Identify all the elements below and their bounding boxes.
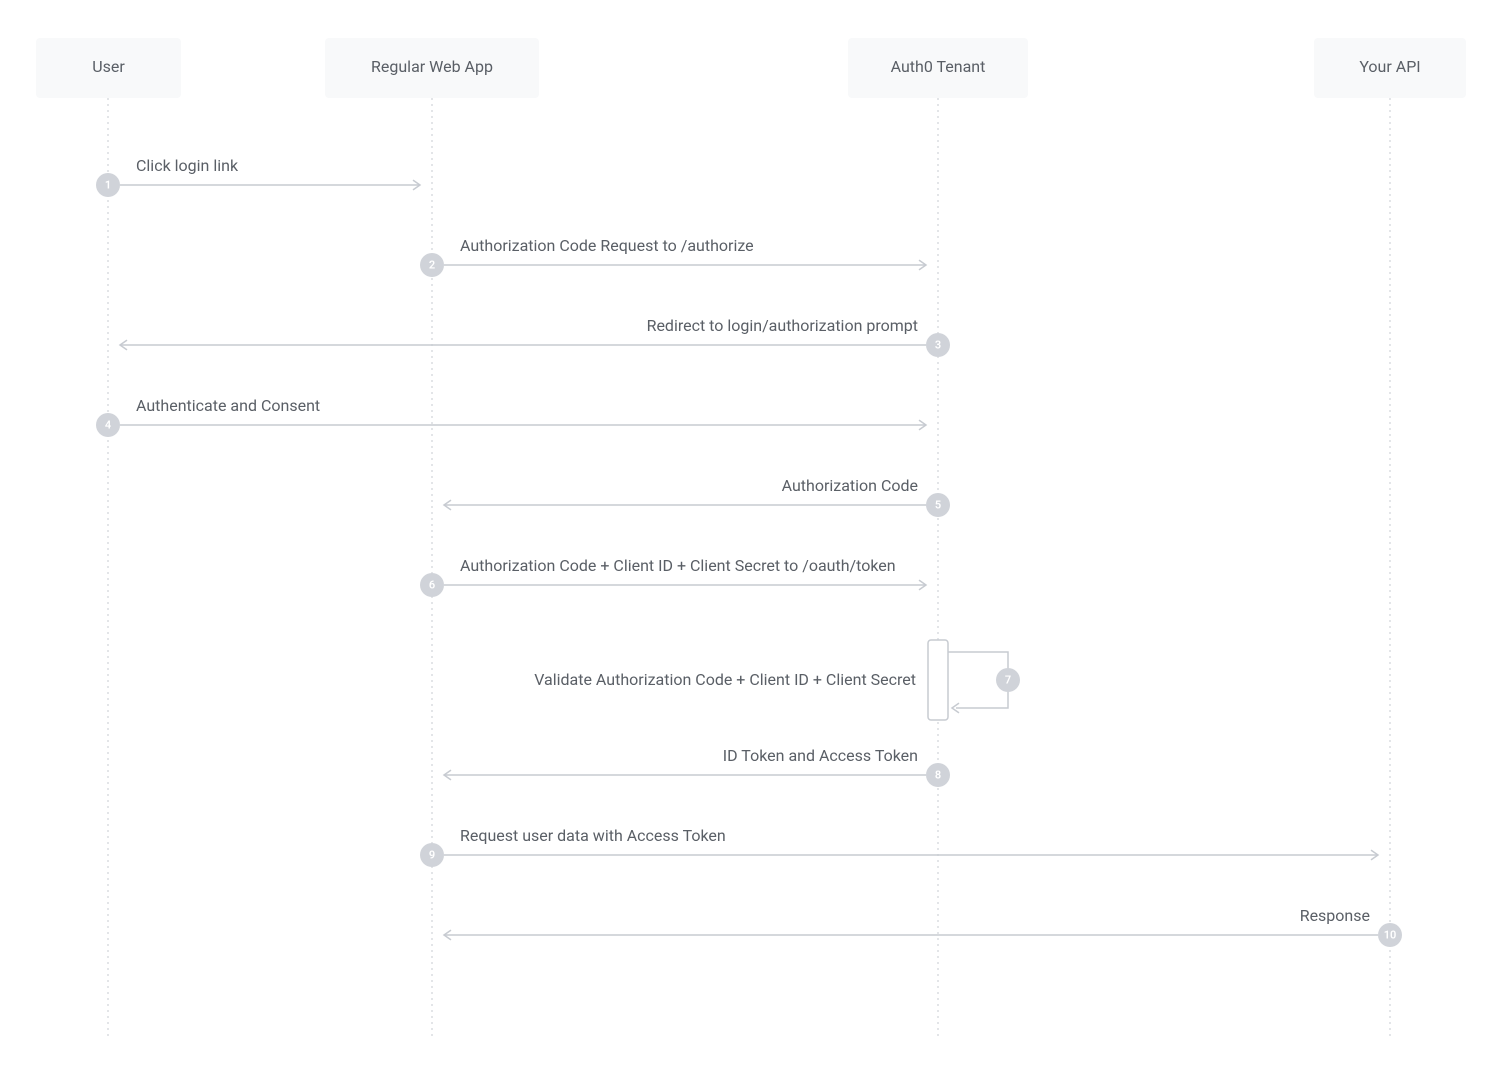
svg-text:1: 1: [105, 179, 111, 192]
message-label-step-3: Redirect to login/authorization prompt: [647, 316, 918, 335]
message-label-step-7: Validate Authorization Code + Client ID …: [534, 670, 916, 689]
svg-text:2: 2: [429, 259, 435, 272]
svg-text:5: 5: [935, 499, 941, 512]
message-label-step-8: ID Token and Access Token: [723, 746, 918, 765]
lane-label-webapp: Regular Web App: [371, 57, 493, 76]
message-label-step-5: Authorization Code: [782, 476, 918, 495]
lane-label-auth0: Auth0 Tenant: [891, 57, 986, 76]
lane-label-user: User: [92, 57, 125, 76]
message-label-step-2: Authorization Code Request to /authorize: [460, 236, 754, 255]
message-label-step-6: Authorization Code + Client ID + Client …: [460, 556, 896, 575]
message-label-step-10: Response: [1300, 906, 1370, 925]
svg-text:3: 3: [935, 339, 941, 352]
message-label-step-1: Click login link: [136, 156, 239, 175]
message-label-step-4: Authenticate and Consent: [136, 396, 320, 415]
svg-text:6: 6: [429, 579, 435, 592]
svg-text:8: 8: [935, 769, 941, 782]
activation-auth0-step-7: [928, 640, 948, 720]
svg-text:7: 7: [1005, 674, 1011, 687]
lane-label-api: Your API: [1359, 57, 1420, 76]
message-label-step-9: Request user data with Access Token: [460, 826, 726, 845]
svg-text:9: 9: [429, 849, 435, 862]
sequence-diagram: User Regular Web App Auth0 Tenant Your API 1…: [0, 0, 1500, 1081]
svg-text:4: 4: [105, 419, 111, 432]
svg-text:10: 10: [1384, 929, 1397, 942]
